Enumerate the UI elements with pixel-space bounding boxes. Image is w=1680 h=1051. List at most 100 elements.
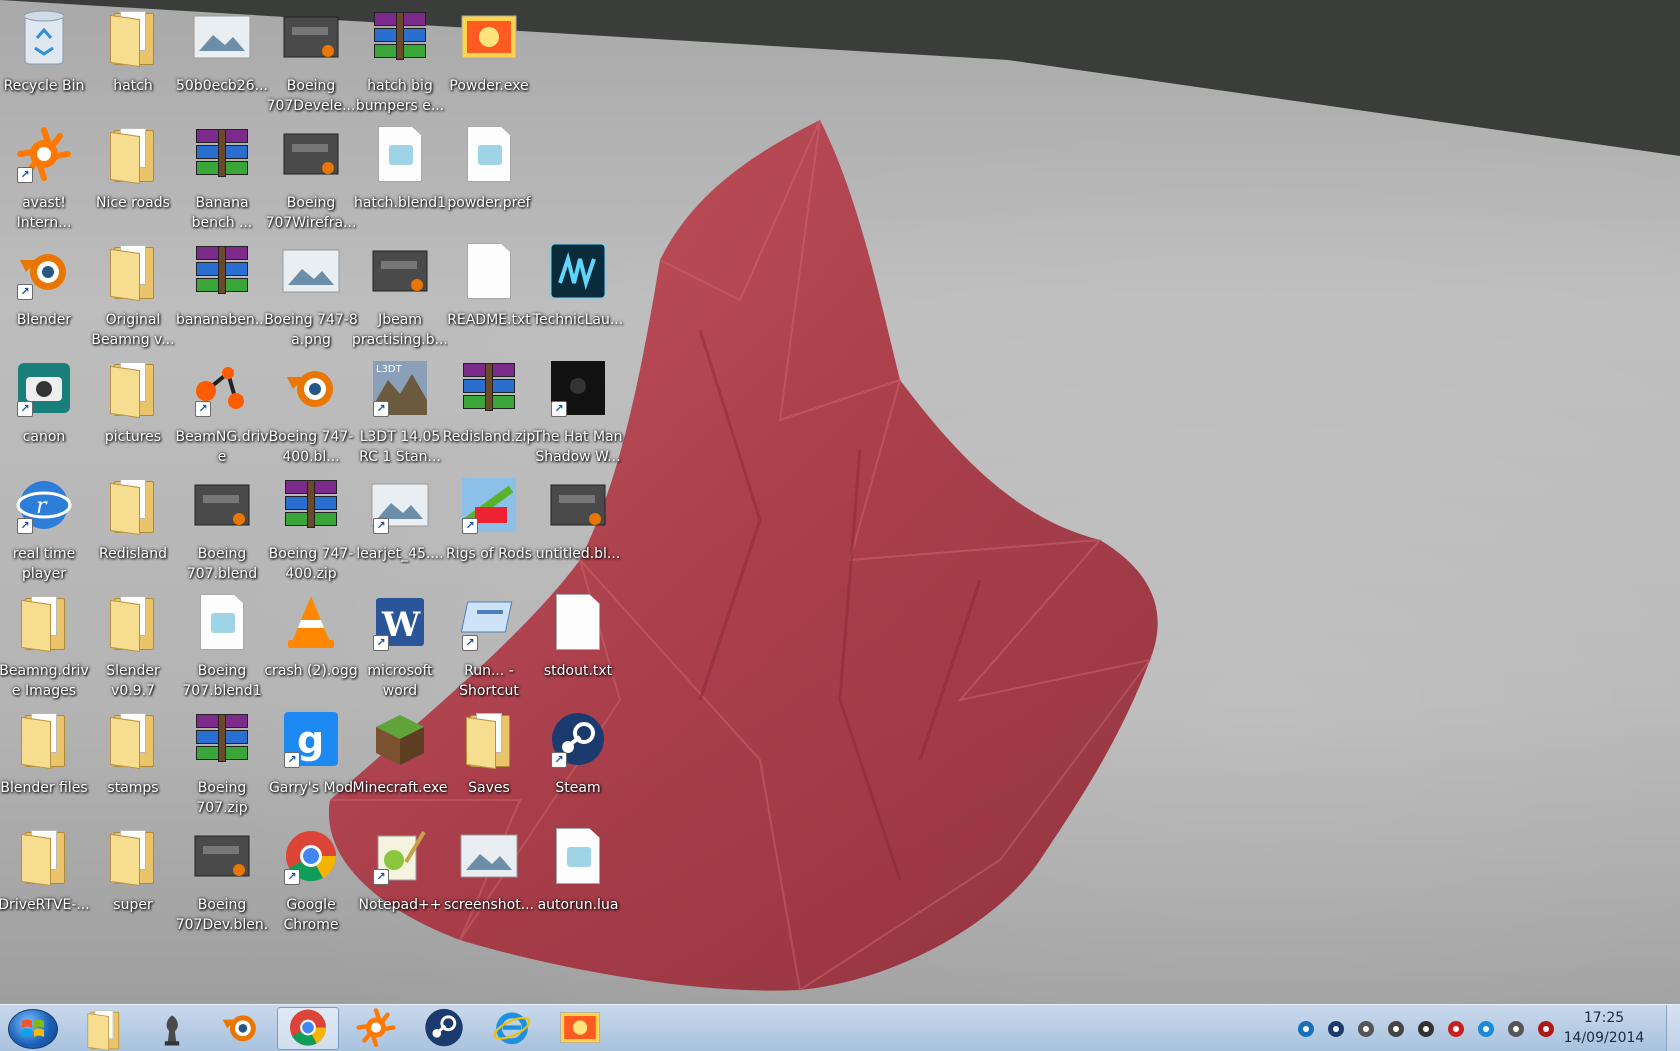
svg-text:L3DT: L3DT	[376, 364, 403, 375]
desktop-icon[interactable]: ↗ Notepad++	[352, 819, 448, 944]
desktop-icon[interactable]: Powder.exe	[441, 0, 537, 125]
desktop-icon[interactable]: crash (2).ogg	[263, 585, 359, 710]
taskbar-app-explorer[interactable]	[73, 1007, 135, 1051]
security-tray-icon[interactable]	[1536, 1019, 1556, 1039]
volume-icon[interactable]	[1356, 1019, 1376, 1039]
taskbar-app-internet-explorer[interactable]	[481, 1007, 543, 1050]
desktop[interactable]: Recycle Bin hatch 50b0ecb26... Boeing 707De…	[0, 0, 1680, 1004]
desktop-icon[interactable]: hatch big bumpers e...	[352, 0, 448, 125]
desktop-icon[interactable]: Original Beamng v...	[85, 234, 181, 359]
desktop-icon[interactable]: untitled.bl...	[530, 468, 626, 593]
desktop-icon[interactable]: ↗ Google Chrome	[263, 819, 359, 944]
taskbar-app-chess[interactable]	[141, 1007, 203, 1050]
shortcut-arrow-icon: ↗	[373, 401, 389, 417]
desktop-icon[interactable]: ↗ Rigs of Rods	[441, 468, 537, 593]
desktop-icon-label: real time player	[12, 546, 76, 582]
desktop-icon[interactable]: ↗ Steam	[530, 702, 626, 827]
folder-icon	[102, 591, 164, 653]
signal-icon[interactable]	[1506, 1019, 1526, 1039]
desktop-icon[interactable]: Boeing 707.blend	[174, 468, 270, 593]
desktop-icon[interactable]: TechnicLau...	[530, 234, 626, 359]
desktop-icon[interactable]: Banana bench ...	[174, 117, 270, 242]
desktop-icon[interactable]: hatch	[85, 0, 181, 125]
desktop-icon[interactable]: r ↗ real time player	[0, 468, 92, 593]
taskbar-app-steam[interactable]	[413, 1007, 475, 1050]
desktop-icon[interactable]: super	[85, 819, 181, 944]
archive-icon	[280, 474, 342, 536]
desktop-icon[interactable]: W ↗ microsoft word	[352, 585, 448, 710]
desktop-icon[interactable]: Boeing 707.blend1	[174, 585, 270, 710]
desktop-icon[interactable]: Redisland	[85, 468, 181, 593]
game-icon: ↗	[547, 357, 609, 419]
desktop-icon-label: TechnicLau...	[532, 312, 624, 328]
desktop-icon[interactable]: Nice roads	[85, 117, 181, 242]
desktop-icon[interactable]: Boeing 707Wirefra...	[263, 117, 359, 242]
shortcut-arrow-icon: ↗	[373, 518, 389, 534]
action-center-flag-icon[interactable]	[1386, 1019, 1406, 1039]
taskbar-clock[interactable]: 17:25 14/09/2014	[1554, 1008, 1654, 1048]
desktop-icon[interactable]: ↗ BeamNG.drive	[174, 351, 270, 476]
desktop-icon[interactable]: L3DT ↗ L3DT 14.05 RC 1 Stan...	[352, 351, 448, 476]
desktop-icon[interactable]: Boeing 747-400.zip	[263, 468, 359, 593]
folder-icon	[102, 825, 164, 887]
l3dt-icon: L3DT ↗	[369, 357, 431, 419]
desktop-icon[interactable]: Boeing 747-8 a.png	[263, 234, 359, 359]
folder-icon	[458, 708, 520, 770]
desktop-icon[interactable]: Boeing 707Devele...	[263, 0, 359, 125]
app-tray-icon[interactable]	[1416, 1019, 1436, 1039]
svg-text:r: r	[36, 494, 48, 519]
desktop-icon-label: untitled.bl...	[535, 546, 621, 562]
desktop-icon-label: Notepad++	[358, 897, 442, 913]
desktop-icon[interactable]: ↗ The Hat Man Shadow W...	[530, 351, 626, 476]
desktop-icon[interactable]: stdout.txt	[530, 585, 626, 710]
desktop-icon-label: Boeing 747-400.bl...	[268, 429, 354, 465]
desktop-icon-label: hatch.blend1	[353, 195, 447, 211]
show-desktop-button[interactable]	[1666, 1005, 1680, 1051]
desktop-icon[interactable]: Jbeam practising.b...	[352, 234, 448, 359]
desktop-icon[interactable]: ↗ Blender	[0, 234, 92, 359]
desktop-icon[interactable]: ↗ avast! Intern...	[0, 117, 92, 242]
desktop-icon[interactable]: powder.pref	[441, 117, 537, 242]
desktop-icon[interactable]: 50b0ecb26...	[174, 0, 270, 125]
blend-file-icon	[547, 474, 609, 536]
desktop-icon[interactable]: Recycle Bin	[0, 0, 92, 125]
folder-icon	[13, 591, 75, 653]
avast-tray-icon[interactable]	[1446, 1019, 1466, 1039]
steam-tray-icon[interactable]	[1326, 1019, 1346, 1039]
taskbar-app-avast[interactable]	[345, 1007, 407, 1050]
start-button[interactable]	[8, 1009, 58, 1049]
desktop-icon[interactable]: bananaben...	[174, 234, 270, 359]
archive-icon	[191, 240, 253, 302]
desktop-icon[interactable]: hatch.blend1	[352, 117, 448, 242]
taskbar-app-powder[interactable]	[549, 1007, 611, 1050]
desktop-icon[interactable]: README.txt	[441, 234, 537, 359]
desktop-icon[interactable]: Slender v0.9.7	[85, 585, 181, 710]
desktop-icon[interactable]: ↗ learjet_45....	[352, 468, 448, 593]
desktop-icon[interactable]: ↗ canon	[0, 351, 92, 476]
desktop-icon-label: Slender v0.9.7	[106, 663, 160, 699]
garrys-mod-icon: g ↗	[280, 708, 342, 770]
desktop-icon[interactable]: Blender files	[0, 702, 92, 827]
desktop-icon[interactable]: g ↗ Garry's Mod	[263, 702, 359, 827]
skype-tray-icon[interactable]	[1476, 1019, 1496, 1039]
desktop-icon[interactable]: autorun.lua	[530, 819, 626, 944]
desktop-icon-label: autorun.lua	[537, 897, 619, 913]
taskbar-app-chrome[interactable]	[277, 1007, 339, 1050]
desktop-icon[interactable]: Beamng.drive Images	[0, 585, 92, 710]
desktop-icon[interactable]: ↗ Run... - Shortcut	[441, 585, 537, 710]
desktop-icon[interactable]: Boeing 707.zip	[174, 702, 270, 827]
desktop-icon[interactable]: screenshot...	[441, 819, 537, 944]
desktop-icon[interactable]: Saves	[441, 702, 537, 827]
desktop-icon[interactable]: Redisland.zip	[441, 351, 537, 476]
desktop-icon[interactable]: Minecraft.exe	[352, 702, 448, 827]
taskbar-app-blender[interactable]	[209, 1007, 271, 1050]
desktop-icon[interactable]: Boeing 747-400.bl...	[263, 351, 359, 476]
desktop-icon[interactable]: stamps	[85, 702, 181, 827]
desktop-icon-label: Nice roads	[96, 195, 170, 211]
desktop-icon[interactable]: DriveRTVE-...	[0, 819, 92, 944]
desktop-icon-label: screenshot...	[443, 897, 535, 913]
desktop-icon[interactable]: pictures	[85, 351, 181, 476]
notepad-plus-plus-icon: ↗	[369, 825, 431, 887]
network-status-icon[interactable]	[1296, 1019, 1316, 1039]
desktop-icon[interactable]: Boeing 707Dev.blen...	[174, 819, 270, 944]
